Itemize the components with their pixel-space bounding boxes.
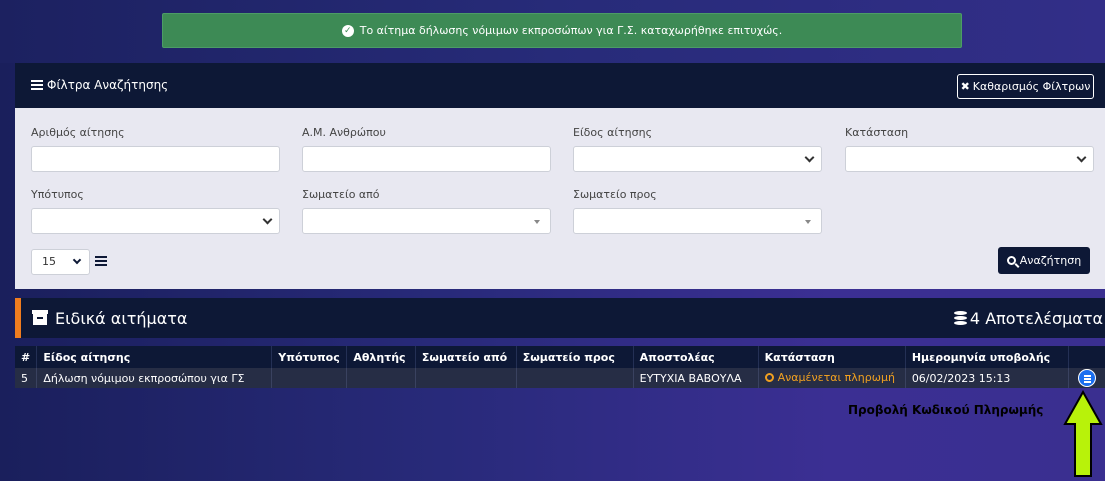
cell-club-from bbox=[415, 368, 517, 388]
request-number-label: Αριθμός αίτησης bbox=[31, 126, 125, 139]
cell-subtype bbox=[271, 368, 348, 388]
results-table: # Είδος αίτησης Υπότυπος Αθλητής Σωματεί… bbox=[15, 346, 1105, 388]
cell-sender: ΕΥΤΥΧΙΑ ΒΑΒΟΥΛΑ bbox=[633, 368, 759, 388]
circle-icon bbox=[764, 373, 774, 382]
request-type-label: Είδος αίτησης bbox=[573, 126, 653, 139]
person-id-input[interactable] bbox=[302, 146, 551, 172]
page-size-select[interactable]: 15 bbox=[31, 249, 90, 275]
club-to-label: Σωματείο προς bbox=[573, 188, 657, 201]
close-icon: ✖ bbox=[960, 80, 970, 93]
search-icon bbox=[1006, 256, 1016, 265]
sliders-icon bbox=[31, 80, 43, 90]
chevron-down-icon bbox=[804, 152, 815, 163]
cell-type: Δήλωση νόμιμου εκπροσώπου για ΓΣ bbox=[36, 368, 273, 388]
status-text: Αναμένεται πληρωμή bbox=[777, 371, 895, 384]
col-header[interactable]: Είδος αίτησης bbox=[36, 346, 273, 368]
results-count-text: 4 Αποτελέσματα bbox=[969, 309, 1103, 328]
view-payment-code-button[interactable] bbox=[1078, 369, 1097, 387]
database-icon bbox=[953, 311, 967, 326]
results-title: Ειδικά αιτήματα bbox=[32, 309, 188, 328]
status-badge: Αναμένεται πληρωμή bbox=[764, 371, 895, 384]
chevron-down-icon bbox=[1076, 152, 1087, 163]
club-from-select[interactable] bbox=[302, 208, 551, 234]
request-number-input[interactable] bbox=[31, 146, 280, 172]
cell-status: Αναμένεται πληρωμή bbox=[758, 368, 906, 388]
col-header[interactable]: Αθλητής bbox=[346, 346, 416, 368]
filter-panel-body: Αριθμός αίτησης Α.Μ. Ανθρώπου Είδος αίτη… bbox=[15, 108, 1105, 289]
person-id-label: Α.Μ. Ανθρώπου bbox=[302, 126, 386, 139]
status-label: Κατάσταση bbox=[845, 126, 909, 139]
caret-down-icon bbox=[534, 220, 540, 224]
table-header-row: # Είδος αίτησης Υπότυπος Αθλητής Σωματεί… bbox=[15, 346, 1105, 368]
cell-actions bbox=[1069, 368, 1105, 388]
cell-submitted: 06/02/2023 15:13 bbox=[905, 368, 1070, 388]
col-header[interactable]: Σωματείο προς bbox=[516, 346, 634, 368]
success-alert: ✓ Το αίτημα δήλωσης νόμιμων εκπροσώπων γ… bbox=[162, 13, 962, 48]
results-header: Ειδικά αιτήματα 4 Αποτελέσματα bbox=[15, 298, 1105, 338]
arrow-up-icon bbox=[1063, 390, 1103, 477]
status-select[interactable] bbox=[845, 146, 1094, 172]
accent-stripe bbox=[15, 298, 21, 338]
alert-message: Το αίτημα δήλωσης νόμιμων εκπροσώπων για… bbox=[359, 24, 783, 37]
chevron-down-icon bbox=[72, 255, 82, 265]
club-from-label: Σωματείο από bbox=[302, 188, 380, 201]
col-header[interactable]: # bbox=[15, 346, 38, 368]
cell-id: 5 bbox=[15, 368, 38, 388]
page-size-value: 15 bbox=[42, 255, 56, 268]
search-button-label: Αναζήτηση bbox=[1019, 254, 1082, 267]
col-header[interactable]: Αποστολέας bbox=[633, 346, 759, 368]
clear-filters-button[interactable]: ✖ Καθαρισμός Φίλτρων bbox=[957, 74, 1094, 99]
col-header[interactable]: Υπότυπος bbox=[271, 346, 348, 368]
check-circle-icon: ✓ bbox=[341, 24, 354, 37]
subtype-select[interactable] bbox=[31, 208, 280, 234]
filter-panel-header: Φίλτρα Αναζήτησης ✖ Καθαρισμός Φίλτρων bbox=[15, 63, 1105, 108]
club-to-select[interactable] bbox=[573, 208, 822, 234]
clear-filters-label: Καθαρισμός Φίλτρων bbox=[972, 80, 1091, 93]
results-title-text: Ειδικά αιτήματα bbox=[55, 309, 188, 328]
caret-down-icon bbox=[805, 220, 811, 224]
annotation-label: Προβολή Κωδικού Πληρωμής bbox=[848, 403, 1044, 417]
col-header[interactable]: Κατάσταση bbox=[758, 346, 906, 368]
cell-athlete bbox=[346, 368, 416, 388]
subtype-label: Υπότυπος bbox=[31, 188, 84, 201]
archive-icon bbox=[32, 309, 48, 325]
request-type-select[interactable] bbox=[573, 146, 822, 172]
col-header-actions bbox=[1069, 346, 1105, 368]
search-button[interactable]: Αναζήτηση bbox=[998, 247, 1090, 274]
table-row[interactable]: 5 Δήλωση νόμιμου εκπροσώπου για ΓΣ ΕΥΤΥΧ… bbox=[15, 368, 1105, 388]
col-header[interactable]: Σωματείο από bbox=[415, 346, 517, 368]
col-header[interactable]: Ημερομηνία υποβολής bbox=[905, 346, 1070, 368]
filter-title-text: Φίλτρα Αναζήτησης bbox=[47, 78, 169, 92]
cell-club-to bbox=[516, 368, 634, 388]
list-icon bbox=[95, 256, 107, 266]
results-count: 4 Αποτελέσματα bbox=[953, 309, 1103, 328]
chevron-down-icon bbox=[262, 214, 273, 225]
filter-title: Φίλτρα Αναζήτησης bbox=[31, 78, 168, 92]
